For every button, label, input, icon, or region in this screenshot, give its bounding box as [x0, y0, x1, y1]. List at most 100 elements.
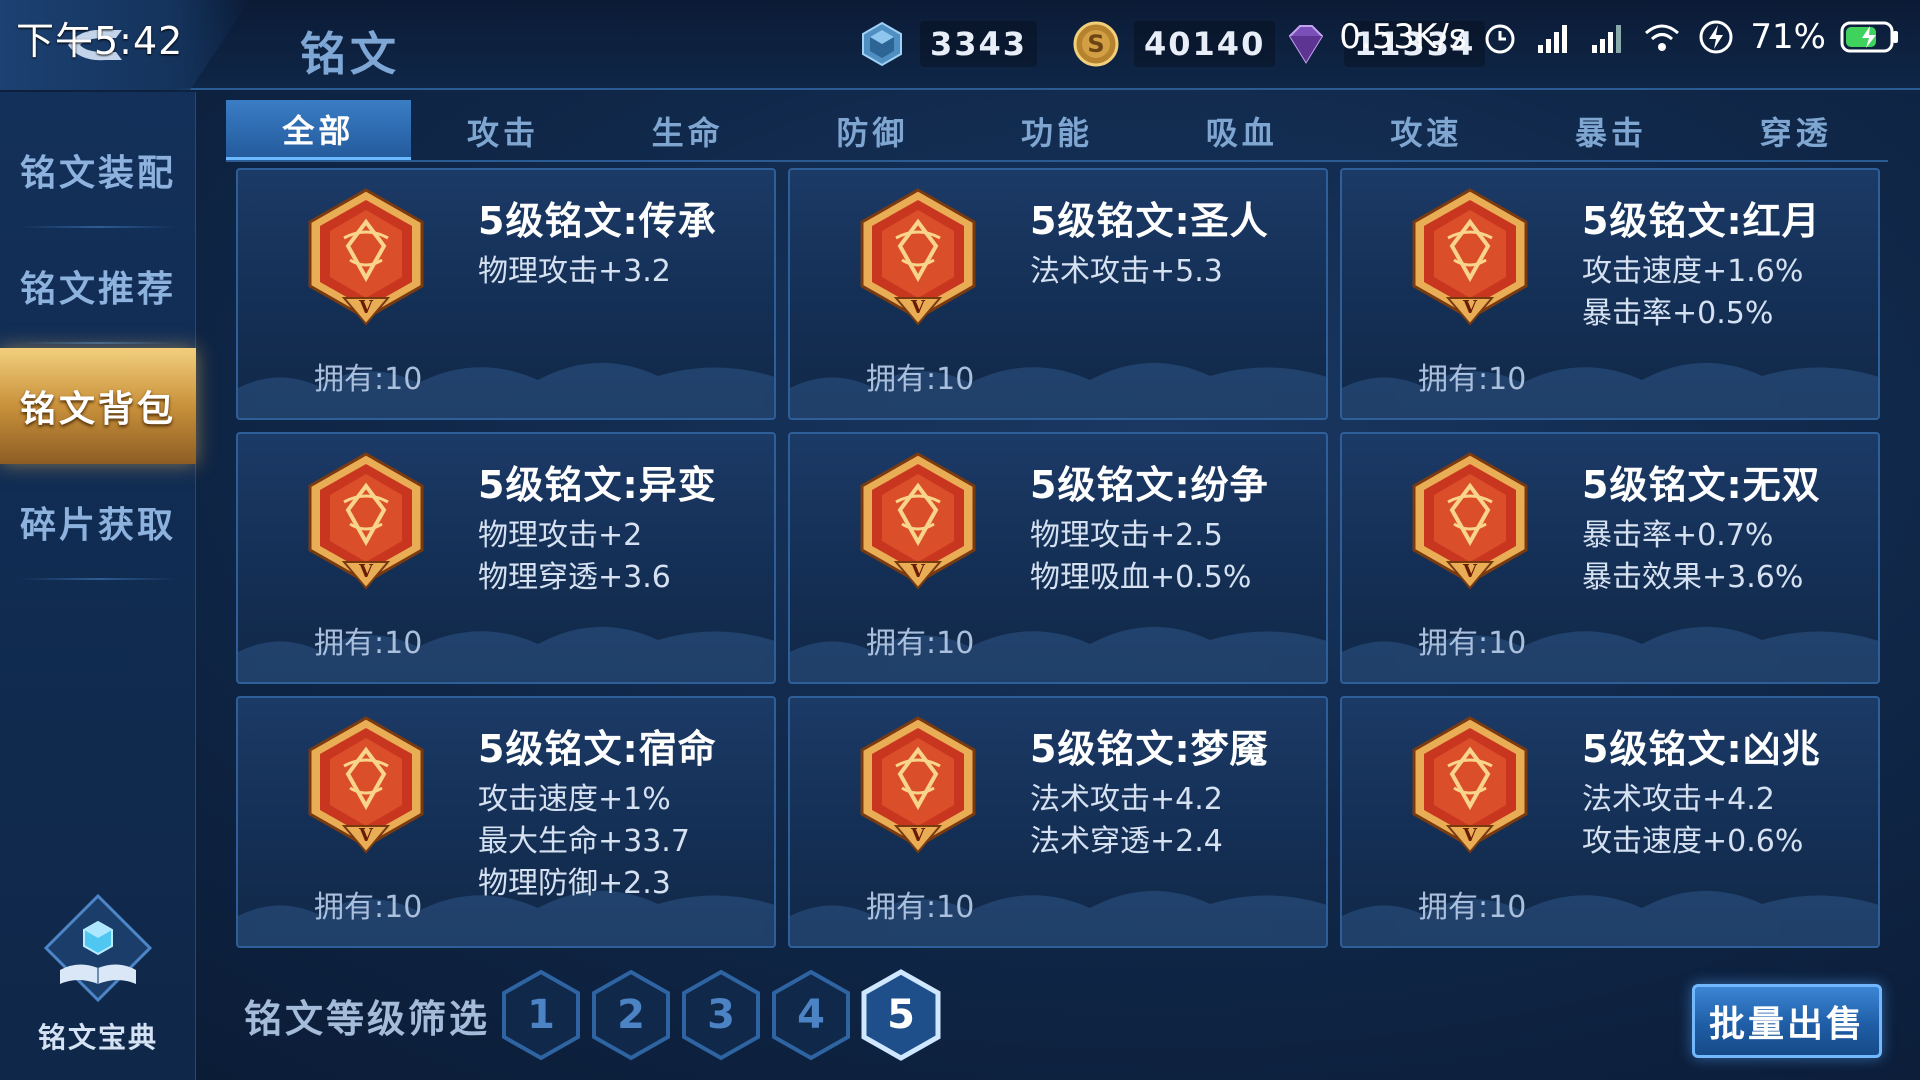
tab-attack[interactable]: 攻击 — [411, 100, 596, 162]
inscription-card[interactable]: V 5级铭文:无双 暴击率+0.7% 暴击效果+3.6% 拥有:10 — [1340, 432, 1880, 684]
sidebar-item-label: 铭文推荐 — [19, 269, 176, 310]
level-filter-label: 铭文等级筛选 — [244, 997, 491, 1041]
inscription-card[interactable]: V 5级铭文:宿命 攻击速度+1% 最大生命+33.7 物理防御+2.3 拥有:10 — [236, 696, 776, 948]
charging-icon — [1699, 20, 1733, 54]
tab-divider — [226, 160, 1888, 162]
inscription-stat: 暴击效果+3.6% — [1582, 560, 1804, 595]
sidebar: 铭文装配 铭文推荐 铭文背包 碎片获取 铭文宝典 — [0, 92, 196, 1080]
inscription-stat: 暴击率+0.7% — [1582, 518, 1774, 553]
tab-all[interactable]: 全部 — [226, 100, 411, 162]
inscription-stat: 暴击率+0.5% — [1582, 296, 1774, 331]
svg-text:V: V — [910, 297, 926, 318]
inscription-stat: 最大生命+33.7 — [478, 824, 690, 859]
inscription-stat: 攻击速度+0.6% — [1582, 824, 1804, 859]
inscription-name: 5级铭文:红月 — [1582, 199, 1821, 243]
battery-icon — [1840, 21, 1898, 53]
inscription-name: 5级铭文:凶兆 — [1582, 727, 1821, 771]
inscription-stat: 法术攻击+5.3 — [1030, 254, 1223, 289]
battery-percent: 71% — [1750, 17, 1826, 57]
sidebar-item-equip[interactable]: 铭文装配 — [0, 112, 196, 228]
inscription-stat: 攻击速度+1.6% — [1582, 254, 1804, 289]
inscription-stat: 法术攻击+4.2 — [1030, 782, 1223, 817]
tab-utility[interactable]: 功能 — [965, 100, 1150, 162]
tab-defense[interactable]: 防御 — [780, 100, 965, 162]
level-filter-1[interactable]: 1 — [500, 968, 582, 1062]
book-icon — [43, 893, 153, 1003]
purple-gem-icon — [1288, 25, 1324, 64]
level-filter-4[interactable]: 4 — [770, 968, 852, 1062]
inscription-stat: 攻击速度+1% — [478, 782, 671, 817]
alarm-icon — [1485, 24, 1515, 54]
sidebar-item-label: 铭文装配 — [19, 153, 176, 194]
inscription-stat: 物理吸血+0.5% — [1030, 560, 1252, 595]
sidebar-item-recommend[interactable]: 铭文推荐 — [0, 228, 196, 344]
tab-lifesteal[interactable]: 吸血 — [1149, 100, 1334, 162]
level-filter-2[interactable]: 2 — [590, 968, 672, 1062]
codex-button[interactable]: 铭文宝典 — [20, 892, 176, 1072]
owned-count: 拥有:10 — [866, 626, 975, 661]
svg-text:S: S — [1087, 30, 1104, 58]
inscription-stat: 物理攻击+2.5 — [1030, 518, 1223, 553]
inscription-name: 5级铭文:圣人 — [1030, 199, 1269, 243]
category-tabs: 全部 攻击 生命 防御 功能 吸血 攻速 暴击 穿透 — [226, 100, 1888, 162]
inscription-card[interactable]: V 5级铭文:梦魇法术攻击+4.2 法术穿透+2.4 拥有:10 — [788, 696, 1328, 948]
system-status: 0.53K/s 71% — [1339, 12, 1900, 62]
tab-critical[interactable]: 暴击 — [1519, 100, 1704, 162]
sidebar-item-backpack[interactable]: 铭文背包 — [0, 348, 196, 464]
owned-count: 拥有:10 — [866, 890, 975, 925]
inscription-card[interactable]: V 5级铭文:圣人法术攻击+5.3 拥有:10 — [788, 168, 1328, 420]
level-number: 5 — [887, 992, 915, 1038]
owned-count: 拥有:10 — [866, 362, 975, 397]
inscription-card[interactable]: V 5级铭文:传承 物理攻击+3.2 拥有:10 — [236, 168, 776, 420]
nightmare-crest-icon: V — [860, 716, 976, 854]
signal-icon — [1538, 25, 1568, 53]
level-number: 4 — [797, 992, 825, 1038]
inscription-name: 5级铭文:梦魇 — [1030, 727, 1269, 771]
level-filter-3[interactable]: 3 — [680, 968, 762, 1062]
sidebar-item-label: 铭文背包 — [19, 389, 176, 430]
inscription-stat: 法术穿透+2.4 — [1030, 824, 1223, 859]
sage-crest-icon: V — [860, 188, 976, 326]
inscription-name: 5级铭文:异变 — [478, 463, 717, 507]
inscription-name: 5级铭文:纷争 — [1030, 463, 1269, 507]
svg-text:V: V — [910, 825, 926, 846]
gold-count: 40140 — [1134, 21, 1276, 67]
level-number: 1 — [527, 992, 555, 1038]
gold-coin-icon: S — [1073, 21, 1119, 67]
svg-text:V: V — [1462, 825, 1478, 846]
top-bar: 下午5:42 铭文 3343 S 40140 11334 0.53K/s 71% — [0, 0, 1920, 90]
tab-attack-speed[interactable]: 攻速 — [1334, 100, 1519, 162]
owned-count: 拥有:10 — [314, 626, 423, 661]
sidebar-item-fragments[interactable]: 碎片获取 — [0, 464, 196, 580]
status-time: 下午5:42 — [16, 19, 184, 63]
tab-health[interactable]: 生命 — [595, 100, 780, 162]
currency-gold[interactable]: S 40140 — [1072, 18, 1276, 70]
fate-crest-icon: V — [308, 716, 424, 854]
svg-text:V: V — [910, 561, 926, 582]
network-speed: 0.53K/s — [1339, 17, 1467, 57]
level-filter-5[interactable]: 5 — [860, 968, 942, 1062]
page-title: 铭文 — [300, 27, 400, 81]
inscription-name: 5级铭文:宿命 — [478, 727, 717, 771]
inscription-stat: 物理穿透+3.6 — [478, 560, 671, 595]
currency-crystal[interactable]: 3343 — [858, 18, 1038, 70]
owned-count: 拥有:10 — [1418, 890, 1527, 925]
inscription-card[interactable]: V 5级铭文:纷争物理攻击+2.5 物理吸血+0.5% 拥有:10 — [788, 432, 1328, 684]
svg-text:V: V — [1462, 297, 1478, 318]
inscription-card[interactable]: V 5级铭文:异变 物理攻击+2 物理穿透+3.6 拥有:10 — [236, 432, 776, 684]
svg-text:V: V — [358, 297, 374, 318]
svg-text:V: V — [358, 561, 374, 582]
batch-sell-button[interactable]: 批量出售 — [1692, 984, 1882, 1058]
level-number: 2 — [617, 992, 645, 1038]
signal-2-icon — [1592, 25, 1622, 53]
codex-label: 铭文宝典 — [37, 1021, 158, 1054]
owned-count: 拥有:10 — [314, 362, 423, 397]
red-moon-crest-icon: V — [1412, 188, 1528, 326]
inscription-grid: V 5级铭文:传承 物理攻击+3.2 拥有:10 V 5级铭文:圣人 法术攻击+5.3 拥有:… — [236, 168, 1882, 948]
tab-penetration[interactable]: 穿透 — [1703, 100, 1888, 162]
inscription-card[interactable]: V 5级铭文:红月 攻击速度+1.6% 暴击率+0.5% 拥有:10 — [1340, 168, 1880, 420]
inscription-card[interactable]: V 5级铭文:凶兆 法术攻击+4.2 攻击速度+0.6% 拥有:10 — [1340, 696, 1880, 948]
strife-crest-icon: V — [860, 452, 976, 590]
inscription-name: 5级铭文:无双 — [1582, 463, 1821, 507]
svg-text:V: V — [358, 825, 374, 846]
